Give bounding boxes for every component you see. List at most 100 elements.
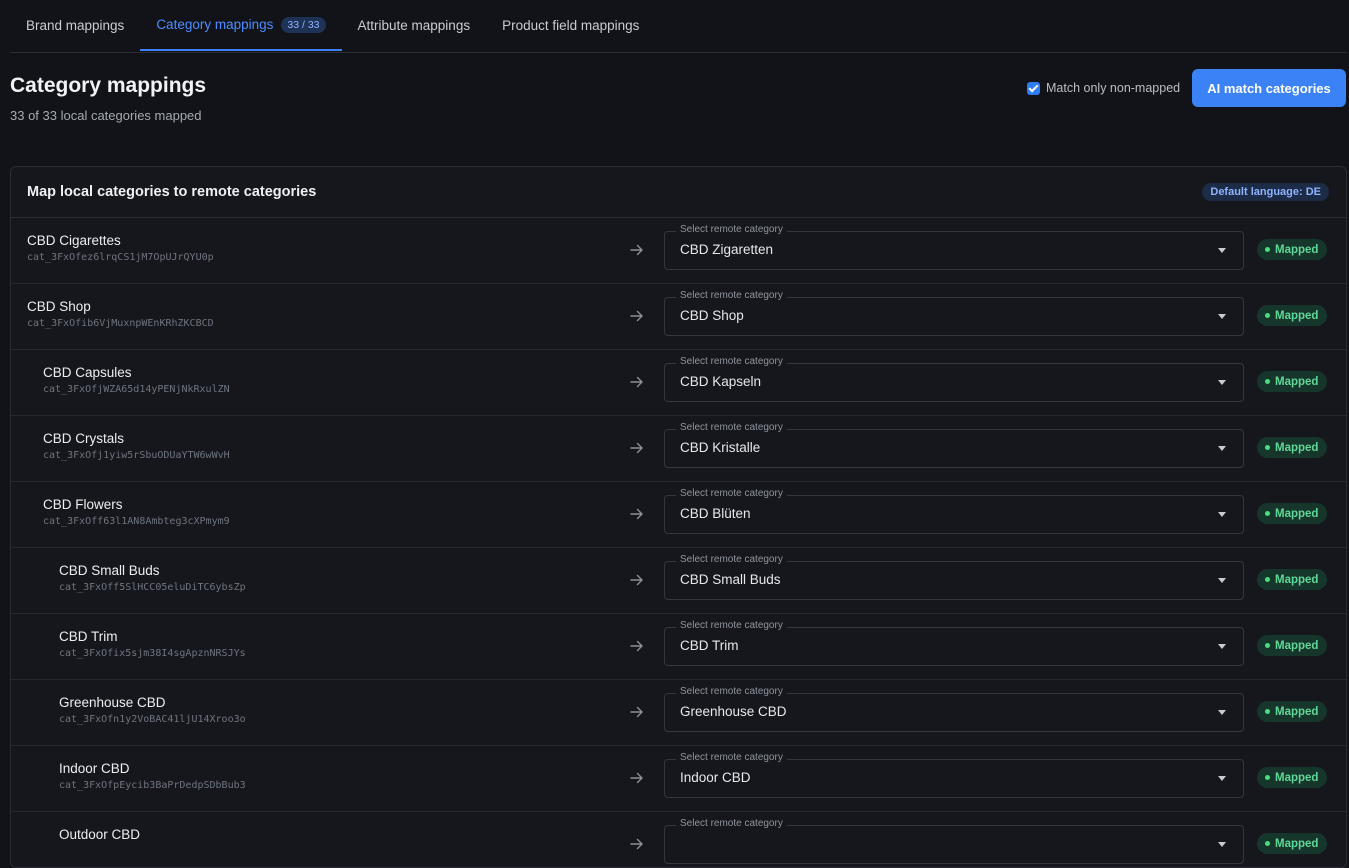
- status-dot-icon: [1265, 841, 1270, 846]
- tab-brand-mappings[interactable]: Brand mappings: [10, 0, 140, 51]
- arrow-right-icon: [630, 640, 643, 652]
- local-category-id: cat_3FxOfib6VjMuxnpWEnKRhZKCBCD: [27, 318, 214, 329]
- remote-category-value: CBD Zigaretten: [680, 242, 774, 257]
- local-category-name: CBD Flowers: [43, 497, 123, 512]
- chevron-down-icon[interactable]: [1218, 248, 1226, 253]
- local-category: CBD Trim cat_3FxOfix5sjm38I4sgApznNRSJYs: [59, 629, 246, 659]
- remote-category-select[interactable]: Select remote category CBD Trim: [664, 620, 1244, 666]
- remote-category-select[interactable]: Select remote category CBD Small Buds: [664, 554, 1244, 600]
- status-dot-icon: [1265, 313, 1270, 318]
- remote-category-select[interactable]: Select remote category: [664, 818, 1244, 864]
- mapping-row: CBD Shop cat_3FxOfib6VjMuxnpWEnKRhZKCBCD…: [11, 284, 1346, 350]
- local-category: CBD Small Buds cat_3FxOff5SlHCC05eluDiTC…: [59, 563, 246, 593]
- local-category-name: CBD Capsules: [43, 365, 132, 380]
- chevron-down-icon[interactable]: [1218, 380, 1226, 385]
- tab-attribute-mappings[interactable]: Attribute mappings: [342, 0, 487, 51]
- remote-category-value: Indoor CBD: [680, 770, 751, 785]
- remote-category-select-label: Select remote category: [676, 356, 787, 367]
- status-text: Mapped: [1275, 573, 1319, 586]
- match-only-non-mapped-checkbox[interactable]: [1027, 81, 1040, 95]
- status-text: Mapped: [1275, 705, 1319, 718]
- chevron-down-icon[interactable]: [1218, 710, 1226, 715]
- status-text: Mapped: [1275, 837, 1319, 850]
- local-category-name: CBD Crystals: [43, 431, 125, 446]
- remote-category-select-label: Select remote category: [676, 554, 787, 565]
- local-category-name: CBD Cigarettes: [27, 233, 121, 248]
- mapping-row: Greenhouse CBD cat_3FxOfn1y2VoBAC41ljU14…: [11, 680, 1346, 746]
- local-category-id: cat_3FxOfpEycib3BaPrDedpSDbBub3: [59, 780, 246, 791]
- mapped-status-badge: Mapped: [1257, 701, 1328, 722]
- remote-category-select-label: Select remote category: [676, 290, 787, 301]
- remote-category-select[interactable]: Select remote category Greenhouse CBD: [664, 686, 1244, 732]
- status-dot-icon: [1265, 445, 1270, 450]
- arrow-right-icon: [630, 244, 643, 256]
- mapping-row: Indoor CBD cat_3FxOfpEycib3BaPrDedpSDbBu…: [11, 746, 1346, 812]
- ai-match-categories-button[interactable]: AI match categories: [1192, 69, 1346, 107]
- status-text: Mapped: [1275, 309, 1319, 322]
- mapping-rows: CBD Cigarettes cat_3FxOfez6lrqCS1jM7OpUJ…: [11, 218, 1346, 867]
- local-category: CBD Flowers cat_3FxOff63l1AN8Ambteg3cXPm…: [43, 497, 230, 527]
- arrow-right-icon: [630, 574, 643, 586]
- arrow-right-icon: [630, 310, 643, 322]
- chevron-down-icon[interactable]: [1218, 512, 1226, 517]
- mapping-row: CBD Small Buds cat_3FxOff5SlHCC05eluDiTC…: [11, 548, 1346, 614]
- status-text: Mapped: [1275, 441, 1319, 454]
- match-only-non-mapped-toggle[interactable]: Match only non-mapped: [1027, 80, 1180, 96]
- local-category: Greenhouse CBD cat_3FxOfn1y2VoBAC41ljU14…: [59, 695, 246, 725]
- status-text: Mapped: [1275, 375, 1319, 388]
- remote-category-value: CBD Shop: [680, 308, 744, 323]
- chevron-down-icon[interactable]: [1218, 314, 1226, 319]
- remote-category-select[interactable]: Select remote category CBD Blüten: [664, 488, 1244, 534]
- local-category-name: CBD Small Buds: [59, 563, 160, 578]
- page-subtitle: 33 of 33 local categories mapped: [10, 108, 202, 123]
- chevron-down-icon[interactable]: [1218, 776, 1226, 781]
- chevron-down-icon[interactable]: [1218, 578, 1226, 583]
- status-dot-icon: [1265, 709, 1270, 714]
- local-category-name: Outdoor CBD: [59, 827, 141, 842]
- status-dot-icon: [1265, 775, 1270, 780]
- arrow-right-icon: [630, 706, 643, 718]
- local-category-name: Indoor CBD: [59, 761, 130, 776]
- tab-label: Product field mappings: [502, 18, 640, 33]
- remote-category-select-label: Select remote category: [676, 818, 787, 829]
- local-category: CBD Cigarettes cat_3FxOfez6lrqCS1jM7OpUJ…: [27, 233, 214, 263]
- status-dot-icon: [1265, 511, 1270, 516]
- remote-category-select-label: Select remote category: [676, 488, 787, 499]
- remote-category-select[interactable]: Select remote category CBD Kristalle: [664, 422, 1244, 468]
- mapping-row: CBD Cigarettes cat_3FxOfez6lrqCS1jM7OpUJ…: [11, 218, 1346, 284]
- local-category-id: cat_3FxOff5SlHCC05eluDiTC6ybsZp: [59, 582, 246, 593]
- tab-label: Attribute mappings: [357, 18, 471, 33]
- chevron-down-icon[interactable]: [1218, 842, 1226, 847]
- remote-category-select-label: Select remote category: [676, 422, 787, 433]
- chevron-down-icon[interactable]: [1218, 446, 1226, 451]
- local-category: CBD Shop cat_3FxOfib6VjMuxnpWEnKRhZKCBCD: [27, 299, 214, 329]
- status-dot-icon: [1265, 577, 1270, 582]
- local-category: CBD Capsules cat_3FxOfjWZA65d14yPENjNkRx…: [43, 365, 230, 395]
- remote-category-select[interactable]: Select remote category CBD Kapseln: [664, 356, 1244, 402]
- mapping-row: CBD Trim cat_3FxOfix5sjm38I4sgApznNRSJYs…: [11, 614, 1346, 680]
- local-category-id: cat_3FxOfez6lrqCS1jM7OpUJrQYU0p: [27, 252, 214, 263]
- category-mapping-panel: Map local categories to remote categorie…: [10, 166, 1347, 868]
- tab-category-mappings[interactable]: Category mappings 33 / 33: [140, 0, 342, 51]
- panel-title: Map local categories to remote categorie…: [27, 184, 317, 200]
- remote-category-value: CBD Trim: [680, 638, 739, 653]
- mapping-row: CBD Flowers cat_3FxOff63l1AN8Ambteg3cXPm…: [11, 482, 1346, 548]
- arrow-right-icon: [630, 838, 643, 850]
- tab-count-badge: 33 / 33: [281, 16, 326, 33]
- page-title: Category mappings: [10, 74, 207, 97]
- local-category: Indoor CBD cat_3FxOfpEycib3BaPrDedpSDbBu…: [59, 761, 246, 791]
- mapped-status-badge: Mapped: [1257, 833, 1328, 854]
- remote-category-select[interactable]: Select remote category CBD Shop: [664, 290, 1244, 336]
- tab-product-field-mappings[interactable]: Product field mappings: [486, 0, 655, 51]
- mapped-status-badge: Mapped: [1257, 503, 1328, 524]
- local-category-name: CBD Trim: [59, 629, 118, 644]
- remote-category-select[interactable]: Select remote category CBD Zigaretten: [664, 224, 1244, 270]
- local-category-id: cat_3FxOfj1yiw5rSbuODUaYTW6wWvH: [43, 450, 230, 461]
- mapped-status-badge: Mapped: [1257, 371, 1328, 392]
- remote-category-select[interactable]: Select remote category Indoor CBD: [664, 752, 1244, 798]
- local-category-name: CBD Shop: [27, 299, 91, 314]
- default-language-badge: Default language: DE: [1202, 183, 1329, 201]
- chevron-down-icon[interactable]: [1218, 644, 1226, 649]
- status-dot-icon: [1265, 643, 1270, 648]
- status-dot-icon: [1265, 379, 1270, 384]
